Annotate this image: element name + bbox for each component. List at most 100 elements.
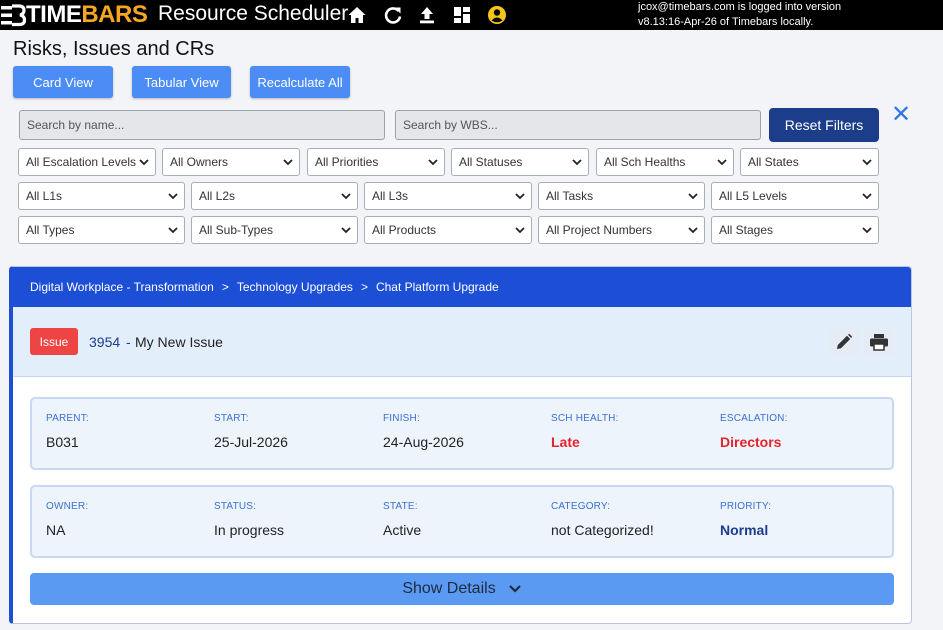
type-badge: Issue xyxy=(30,328,78,355)
chevron-down-icon xyxy=(428,159,438,166)
show-details-label: Show Details xyxy=(402,580,496,597)
field-escalation: ESCALATION: Directors xyxy=(720,413,788,450)
field-value: Directors xyxy=(720,434,782,450)
field-label: STATE: xyxy=(383,501,418,512)
filter-l2s[interactable]: All L2s xyxy=(191,182,358,210)
field-finish: FINISH: 24-Aug-2026 xyxy=(383,413,464,450)
breadcrumb-item-l1[interactable]: Digital Workplace - Transformation xyxy=(30,280,214,294)
filter-label: All L2s xyxy=(199,189,236,203)
login-line-2: v8.13:16-Apr-26 of Timebars locally. xyxy=(638,16,814,28)
field-value: 24-Aug-2026 xyxy=(383,434,464,450)
reset-filters-button[interactable]: Reset Filters xyxy=(769,108,879,142)
filter-project-numbers[interactable]: All Project Numbers xyxy=(538,216,705,244)
filter-tasks[interactable]: All Tasks xyxy=(538,182,705,210)
filter-statuses[interactable]: All Statuses xyxy=(451,148,589,176)
login-info: jcox@timebars.com is logged into version… xyxy=(638,0,841,30)
filter-label: All Products xyxy=(372,223,437,237)
chevron-down-icon xyxy=(688,227,698,234)
filter-label: All Stages xyxy=(719,223,774,237)
filter-stages[interactable]: All Stages xyxy=(711,216,879,244)
chevron-down-icon xyxy=(717,159,727,166)
filter-sub-types[interactable]: All Sub-Types xyxy=(191,216,358,244)
search-by-wbs-input[interactable] xyxy=(395,110,761,140)
filter-priorities[interactable]: All Priorities xyxy=(307,148,445,176)
chevron-down-icon xyxy=(515,227,525,234)
recalculate-all-button[interactable]: Recalculate All xyxy=(250,66,350,98)
user-icon[interactable] xyxy=(487,5,507,25)
breadcrumb-item-l3[interactable]: Chat Platform Upgrade xyxy=(376,280,499,294)
filter-states[interactable]: All States xyxy=(740,148,879,176)
filter-label: All Sch Healths xyxy=(604,155,686,169)
filter-label: All L1s xyxy=(26,189,63,203)
edit-button[interactable] xyxy=(829,327,859,357)
show-details-button[interactable]: Show Details xyxy=(30,573,894,605)
chevron-down-icon xyxy=(168,193,178,200)
field-value: Active xyxy=(383,522,422,538)
filter-label: All Statuses xyxy=(459,155,523,169)
chevron-down-icon xyxy=(341,193,351,200)
filter-label: All Types xyxy=(26,223,75,237)
chevron-down-icon xyxy=(283,159,293,166)
field-label: OWNER: xyxy=(46,501,89,512)
upload-icon[interactable] xyxy=(417,5,437,25)
dashboard-icon[interactable] xyxy=(452,5,472,25)
issue-title: My New Issue xyxy=(135,334,223,350)
chevron-down-icon xyxy=(508,585,521,593)
field-value: In progress xyxy=(214,522,285,538)
breadcrumb: Digital Workplace - Transformation > Tec… xyxy=(13,267,911,307)
filter-label: All Escalation Levels xyxy=(26,155,137,169)
issue-id: 3954 xyxy=(89,334,121,350)
filter-types[interactable]: All Types xyxy=(18,216,185,244)
filter-label: All L5 Levels xyxy=(719,189,788,203)
filter-owners[interactable]: All Owners xyxy=(162,148,300,176)
top-bar: TIME BARS Resource Scheduler jcox@timebar… xyxy=(0,0,943,30)
app-logo[interactable]: TIME BARS xyxy=(0,1,148,28)
field-label: CATEGORY: xyxy=(551,501,611,512)
page-title: Risks, Issues and CRs xyxy=(13,38,215,60)
logo-text-bars: BARS xyxy=(81,1,148,28)
info-box-schedule: PARENT: B031 START: 25-Jul-2026 FINISH: … xyxy=(30,397,894,470)
filter-label: All Sub-Types xyxy=(199,223,274,237)
chevron-down-icon xyxy=(688,193,698,200)
chevron-down-icon xyxy=(515,193,525,200)
field-start: START: 25-Jul-2026 xyxy=(214,413,288,450)
field-value: Normal xyxy=(720,522,769,538)
chevron-down-icon xyxy=(168,227,178,234)
breadcrumb-item-l2[interactable]: Technology Upgrades xyxy=(237,280,353,294)
breadcrumb-separator: > xyxy=(360,280,368,294)
login-line-1: jcox@timebars.com is logged into version xyxy=(638,1,842,13)
field-label: START: xyxy=(214,413,249,424)
home-icon[interactable] xyxy=(347,5,367,25)
field-value: 25-Jul-2026 xyxy=(214,434,288,450)
field-status: STATUS: In progress xyxy=(214,501,284,538)
search-by-name-input[interactable] xyxy=(19,110,385,140)
filter-l3s[interactable]: All L3s xyxy=(364,182,532,210)
field-sch-health: SCH HEALTH: Late xyxy=(551,413,619,450)
close-filters-icon[interactable]: ✕ xyxy=(890,103,912,127)
card-view-button[interactable]: Card View xyxy=(13,66,113,98)
refresh-icon[interactable] xyxy=(383,5,403,25)
info-box-status: OWNER: NA STATUS: In progress STATE: Act… xyxy=(30,485,894,558)
chevron-down-icon xyxy=(862,159,872,166)
tabular-view-button[interactable]: Tabular View xyxy=(132,66,231,98)
field-value: Late xyxy=(551,434,580,450)
filter-l5-levels[interactable]: All L5 Levels xyxy=(711,182,879,210)
field-state: STATE: Active xyxy=(383,501,421,538)
logo-text-time: TIME xyxy=(26,1,82,28)
print-button[interactable] xyxy=(864,327,894,357)
app-name: Resource Scheduler xyxy=(158,2,349,25)
field-owner: OWNER: NA xyxy=(46,501,88,538)
filter-escalation-levels[interactable]: All Escalation Levels xyxy=(18,148,156,176)
chevron-down-icon xyxy=(572,159,582,166)
field-label: FINISH: xyxy=(383,413,420,424)
field-priority: PRIORITY: Normal xyxy=(720,501,771,538)
field-value: B031 xyxy=(46,434,79,450)
filter-l1s[interactable]: All L1s xyxy=(18,182,185,210)
field-label: ESCALATION: xyxy=(720,413,788,424)
timebars-logo-icon xyxy=(1,4,26,27)
filter-label: All Owners xyxy=(170,155,229,169)
field-parent: PARENT: B031 xyxy=(46,413,89,450)
chevron-down-icon xyxy=(862,193,872,200)
filter-sch-healths[interactable]: All Sch Healths xyxy=(596,148,734,176)
filter-products[interactable]: All Products xyxy=(364,216,532,244)
